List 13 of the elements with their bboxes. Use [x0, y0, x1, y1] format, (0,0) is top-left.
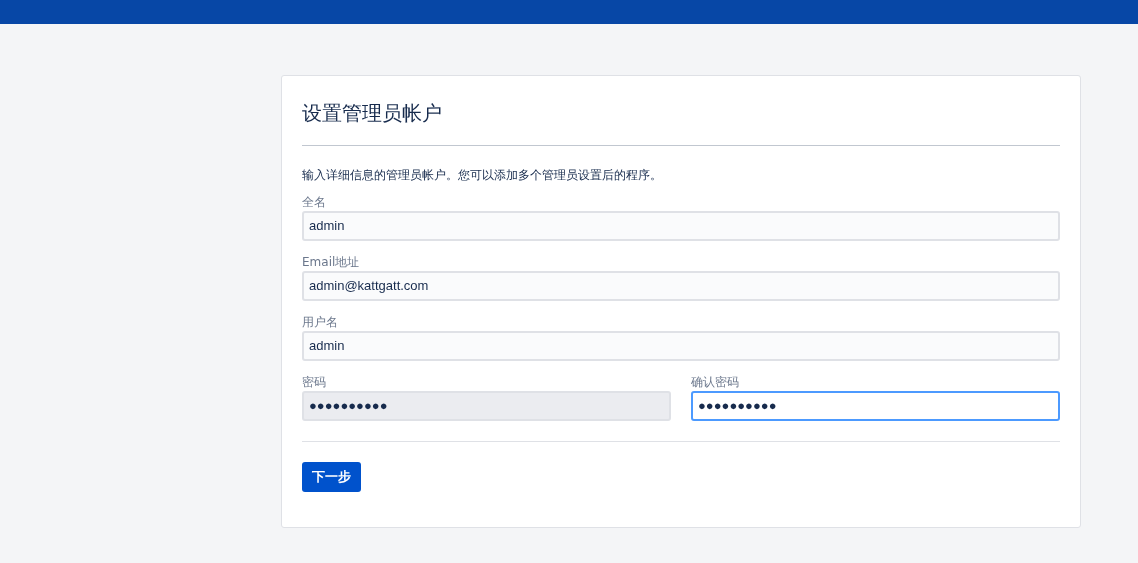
field-label: 用户名: [302, 314, 339, 331]
input-field[interactable]: admin@kattgatt.com: [302, 271, 1060, 301]
input-field[interactable]: admin: [302, 331, 1060, 361]
field-label: 确认密码: [691, 374, 740, 391]
input-field[interactable]: admin: [302, 211, 1060, 241]
description-text: 输入详细信息的管理员帐户。您可以添加多个管理员设置后的程序。: [302, 167, 663, 184]
field-label: 全名: [302, 194, 327, 211]
input-field[interactable]: ●●●●●●●●●●: [691, 391, 1060, 421]
card-title: 设置管理员帐户: [302, 100, 443, 127]
input-field[interactable]: ●●●●●●●●●●: [302, 391, 671, 421]
next-button[interactable]: 下一步: [302, 462, 361, 492]
field-label: Email地址: [302, 254, 361, 271]
field-label: 密码: [302, 374, 327, 391]
